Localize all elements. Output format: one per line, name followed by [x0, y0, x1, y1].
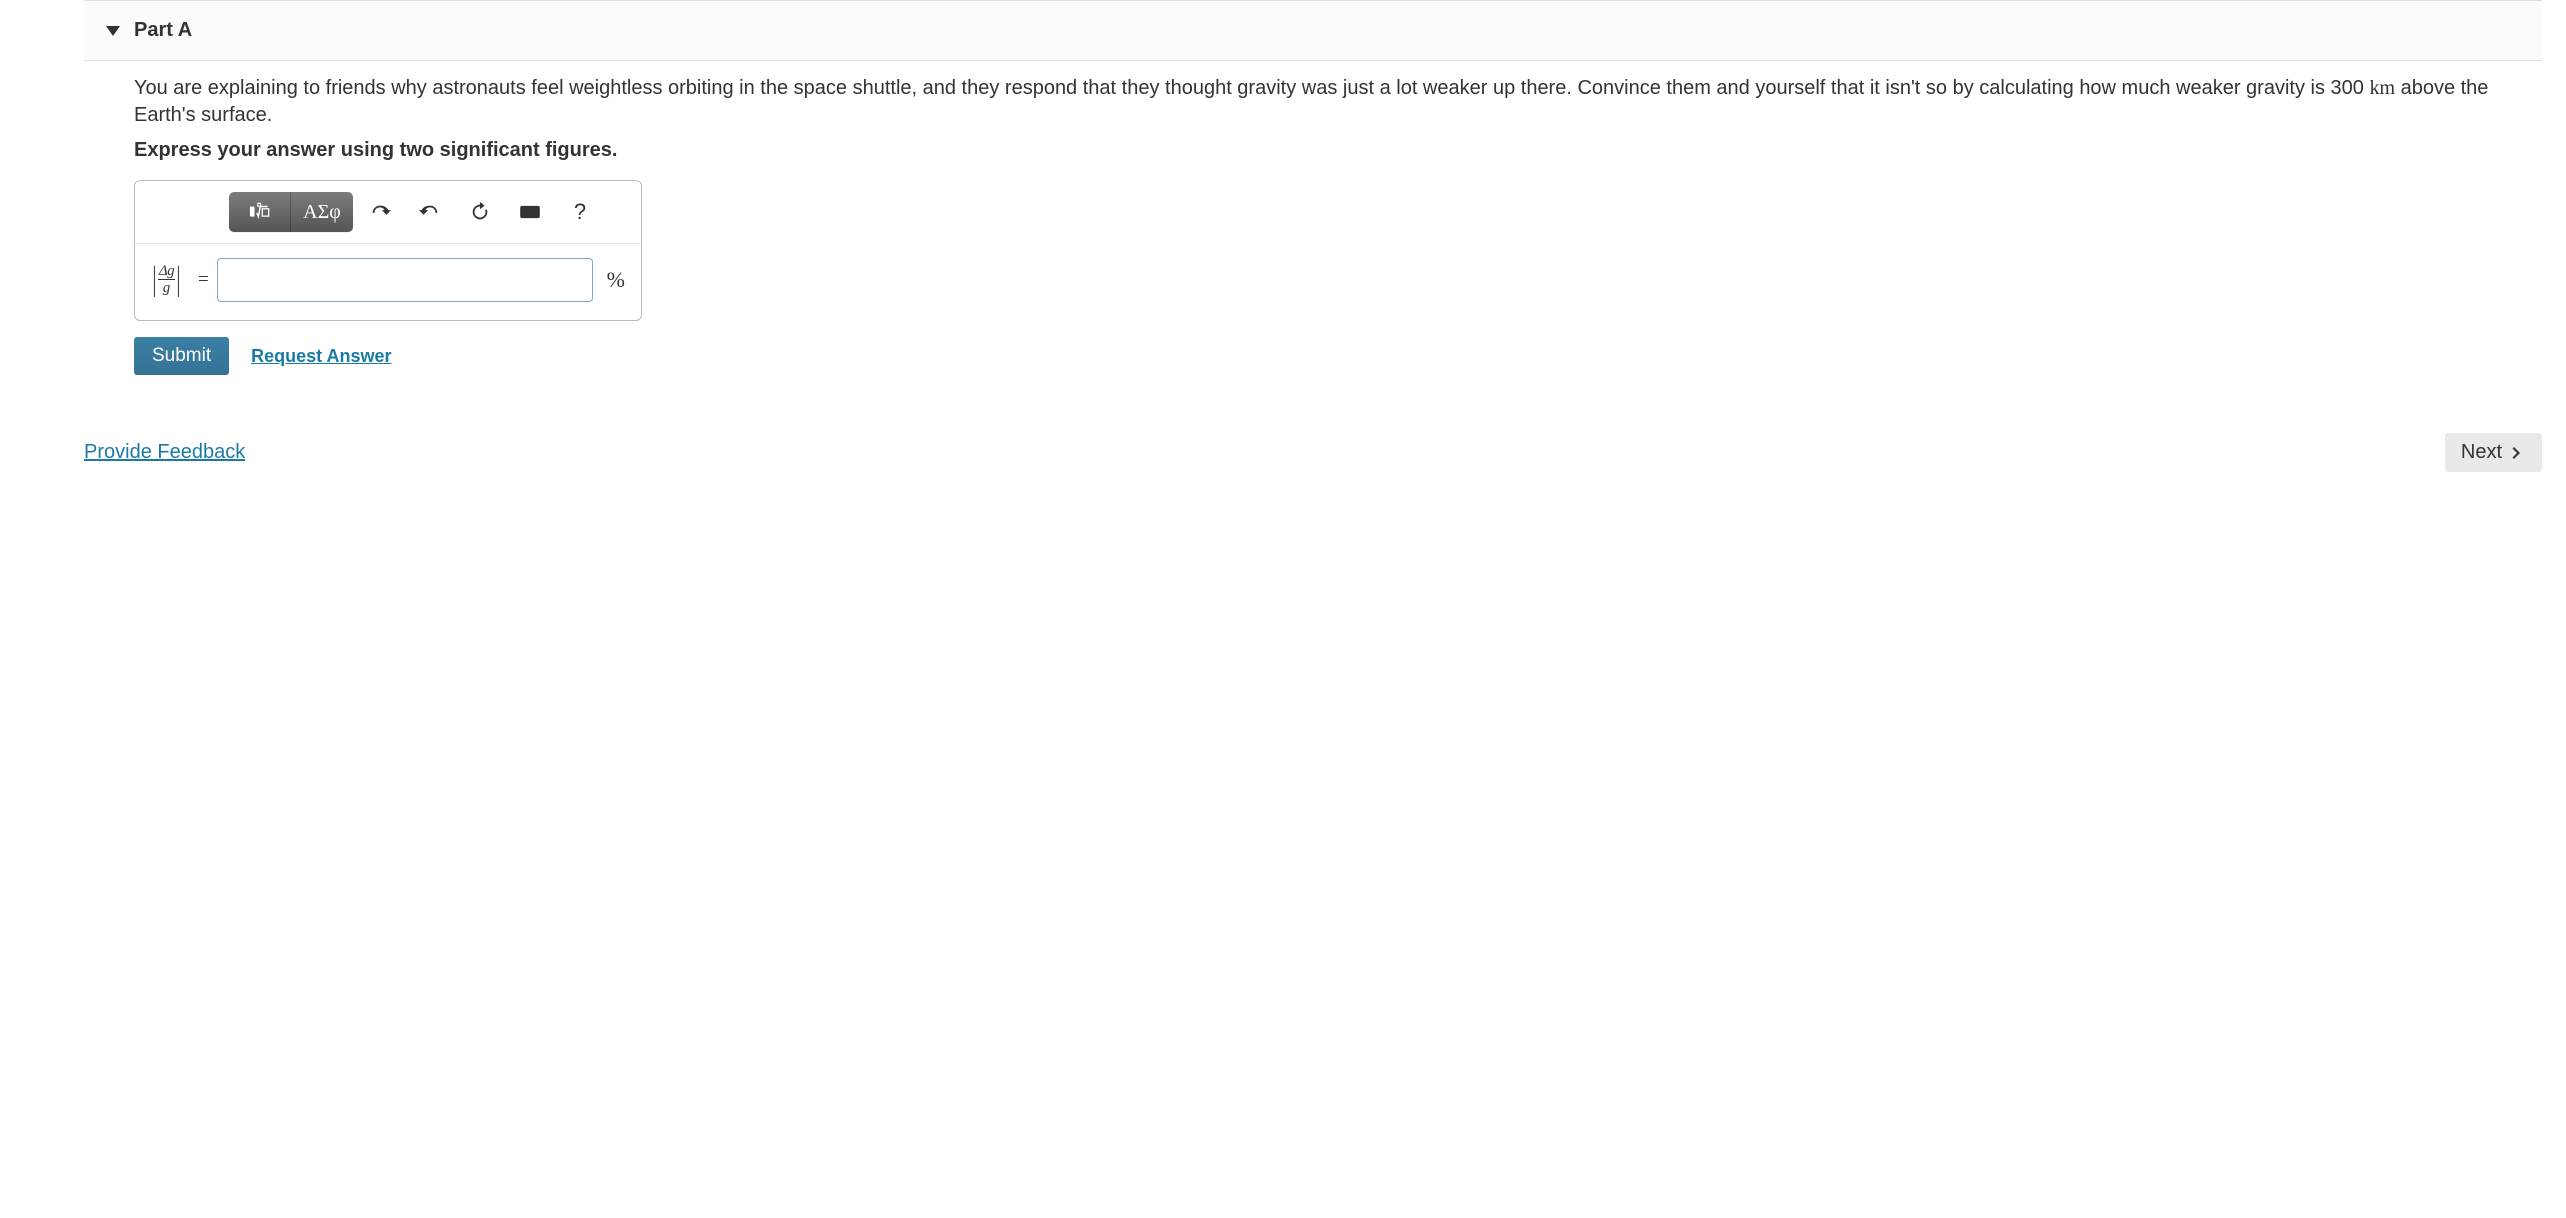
- answer-input[interactable]: [217, 258, 593, 302]
- answer-row: | Δg g | = %: [135, 244, 641, 320]
- help-icon: ?: [574, 199, 586, 225]
- undo-button[interactable]: [357, 192, 403, 232]
- reset-icon: [469, 201, 491, 223]
- next-button[interactable]: Next: [2445, 433, 2542, 472]
- action-row: Submit Request Answer: [134, 337, 2542, 375]
- footer-row: Provide Feedback Next: [84, 433, 2542, 502]
- abs-bar-right: |: [176, 263, 180, 297]
- answer-lhs: | Δg g |: [151, 263, 182, 297]
- help-button[interactable]: ?: [557, 192, 603, 232]
- lhs-denominator: g: [163, 280, 171, 296]
- answer-instruction: Express your answer using two significan…: [134, 139, 2542, 162]
- part-body: You are explaining to friends why astron…: [84, 61, 2542, 391]
- reset-button[interactable]: [457, 192, 503, 232]
- keyboard-button[interactable]: [507, 192, 553, 232]
- keyboard-icon: [519, 201, 541, 223]
- part-header[interactable]: Part A: [84, 0, 2542, 61]
- redo-button[interactable]: [407, 192, 453, 232]
- request-answer-link[interactable]: Request Answer: [251, 346, 391, 367]
- answer-box: ΑΣφ: [134, 180, 642, 321]
- equals-sign: =: [198, 269, 209, 291]
- prompt-text-1: You are explaining to friends why astron…: [134, 77, 2331, 99]
- next-label: Next: [2461, 441, 2502, 464]
- abs-bar-left: |: [152, 263, 156, 297]
- content-scroll[interactable]: Part A You are explaining to friends why…: [32, 0, 2566, 1218]
- templates-button[interactable]: [229, 192, 291, 232]
- question-prompt: You are explaining to friends why astron…: [134, 75, 2542, 129]
- prompt-value: 300: [2331, 77, 2364, 99]
- undo-icon: [369, 201, 391, 223]
- redo-icon: [419, 201, 441, 223]
- submit-button[interactable]: Submit: [134, 337, 229, 375]
- lhs-numerator: Δg: [158, 264, 175, 280]
- prompt-unit: km: [2369, 77, 2395, 99]
- chevron-right-icon: [2508, 444, 2526, 462]
- provide-feedback-link[interactable]: Provide Feedback: [84, 441, 245, 464]
- symbols-button[interactable]: ΑΣφ: [291, 192, 353, 232]
- equation-toolbar: ΑΣφ: [135, 181, 641, 244]
- toolbar-button-group: ΑΣφ: [229, 192, 353, 232]
- part-title: Part A: [134, 19, 192, 42]
- caret-down-icon: [106, 26, 120, 36]
- answer-unit: %: [607, 267, 625, 293]
- symbols-label: ΑΣφ: [303, 201, 341, 224]
- templates-icon: [249, 201, 271, 223]
